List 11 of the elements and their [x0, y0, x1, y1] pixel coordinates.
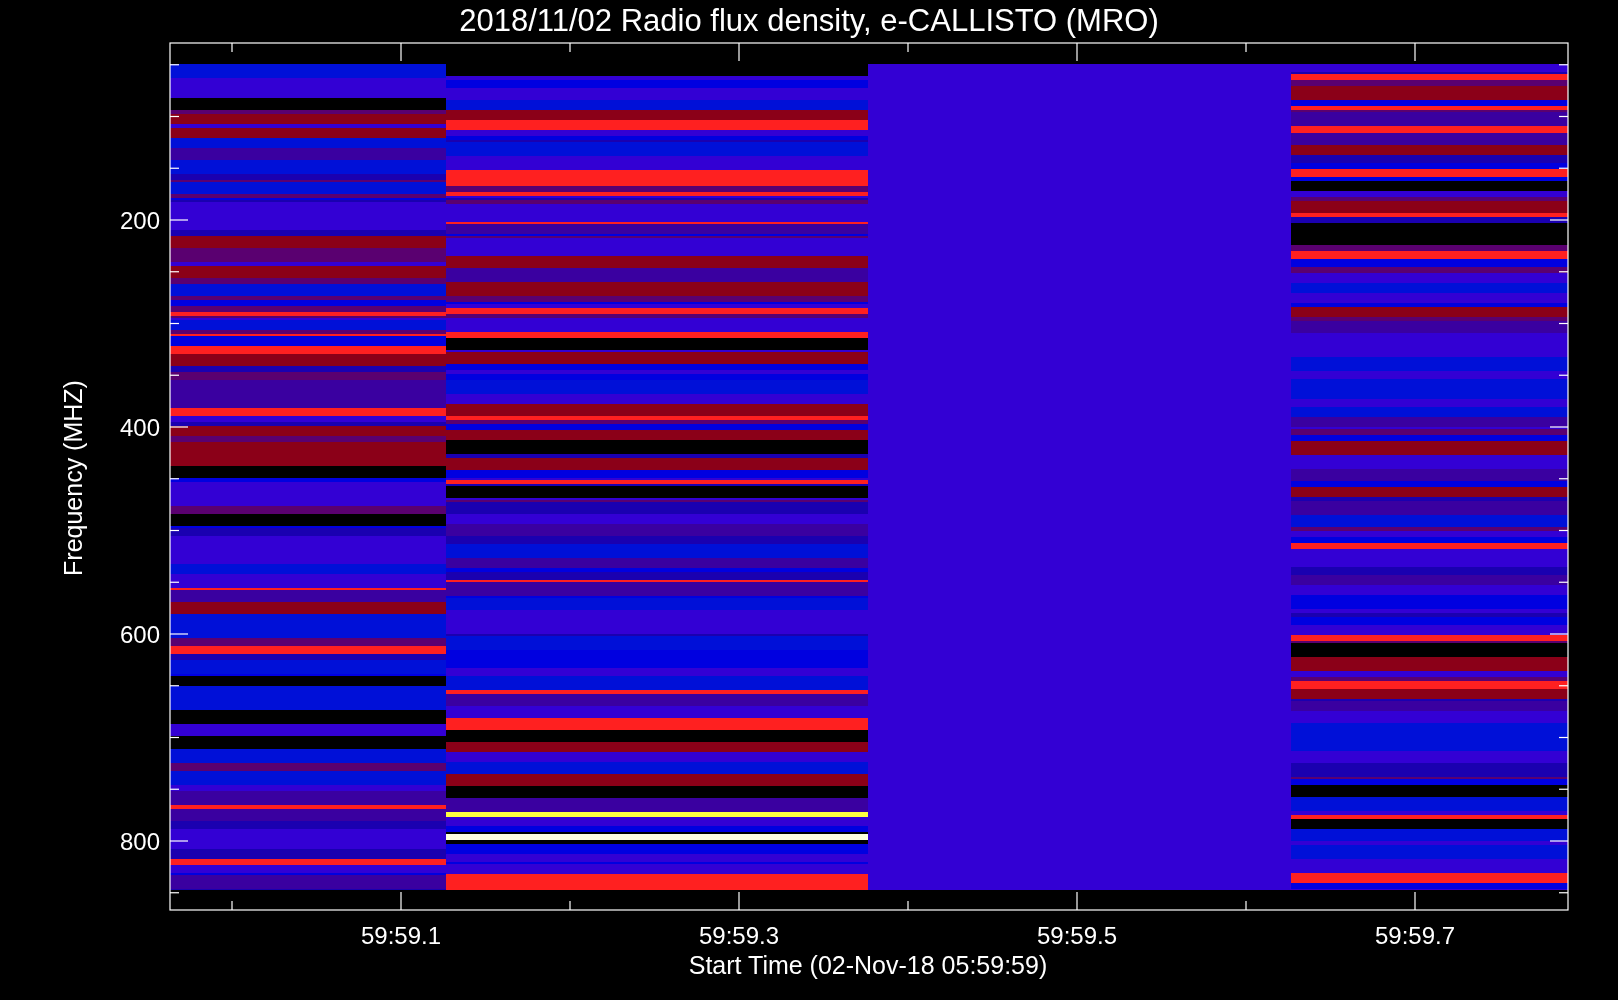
y-axis-label: Frequency (MHZ) — [59, 380, 87, 576]
y-tick-label: 400 — [119, 414, 160, 441]
x-axis-label: Start Time (02-Nov-18 05:59:59) — [688, 951, 1048, 979]
x-tick-label: 59:59.7 — [1374, 922, 1456, 949]
x-tick-label: 59:59.5 — [1036, 922, 1118, 949]
chart-title: 2018/11/02 Radio flux density, e-CALLISTO (MRO) — [459, 3, 1159, 38]
y-tick-label: 200 — [119, 207, 160, 234]
y-tick-label: 600 — [119, 621, 160, 648]
x-tick-label: 59:59.1 — [360, 922, 442, 949]
y-tick-label: 800 — [119, 828, 160, 855]
x-tick-label: 59:59.3 — [698, 922, 780, 949]
